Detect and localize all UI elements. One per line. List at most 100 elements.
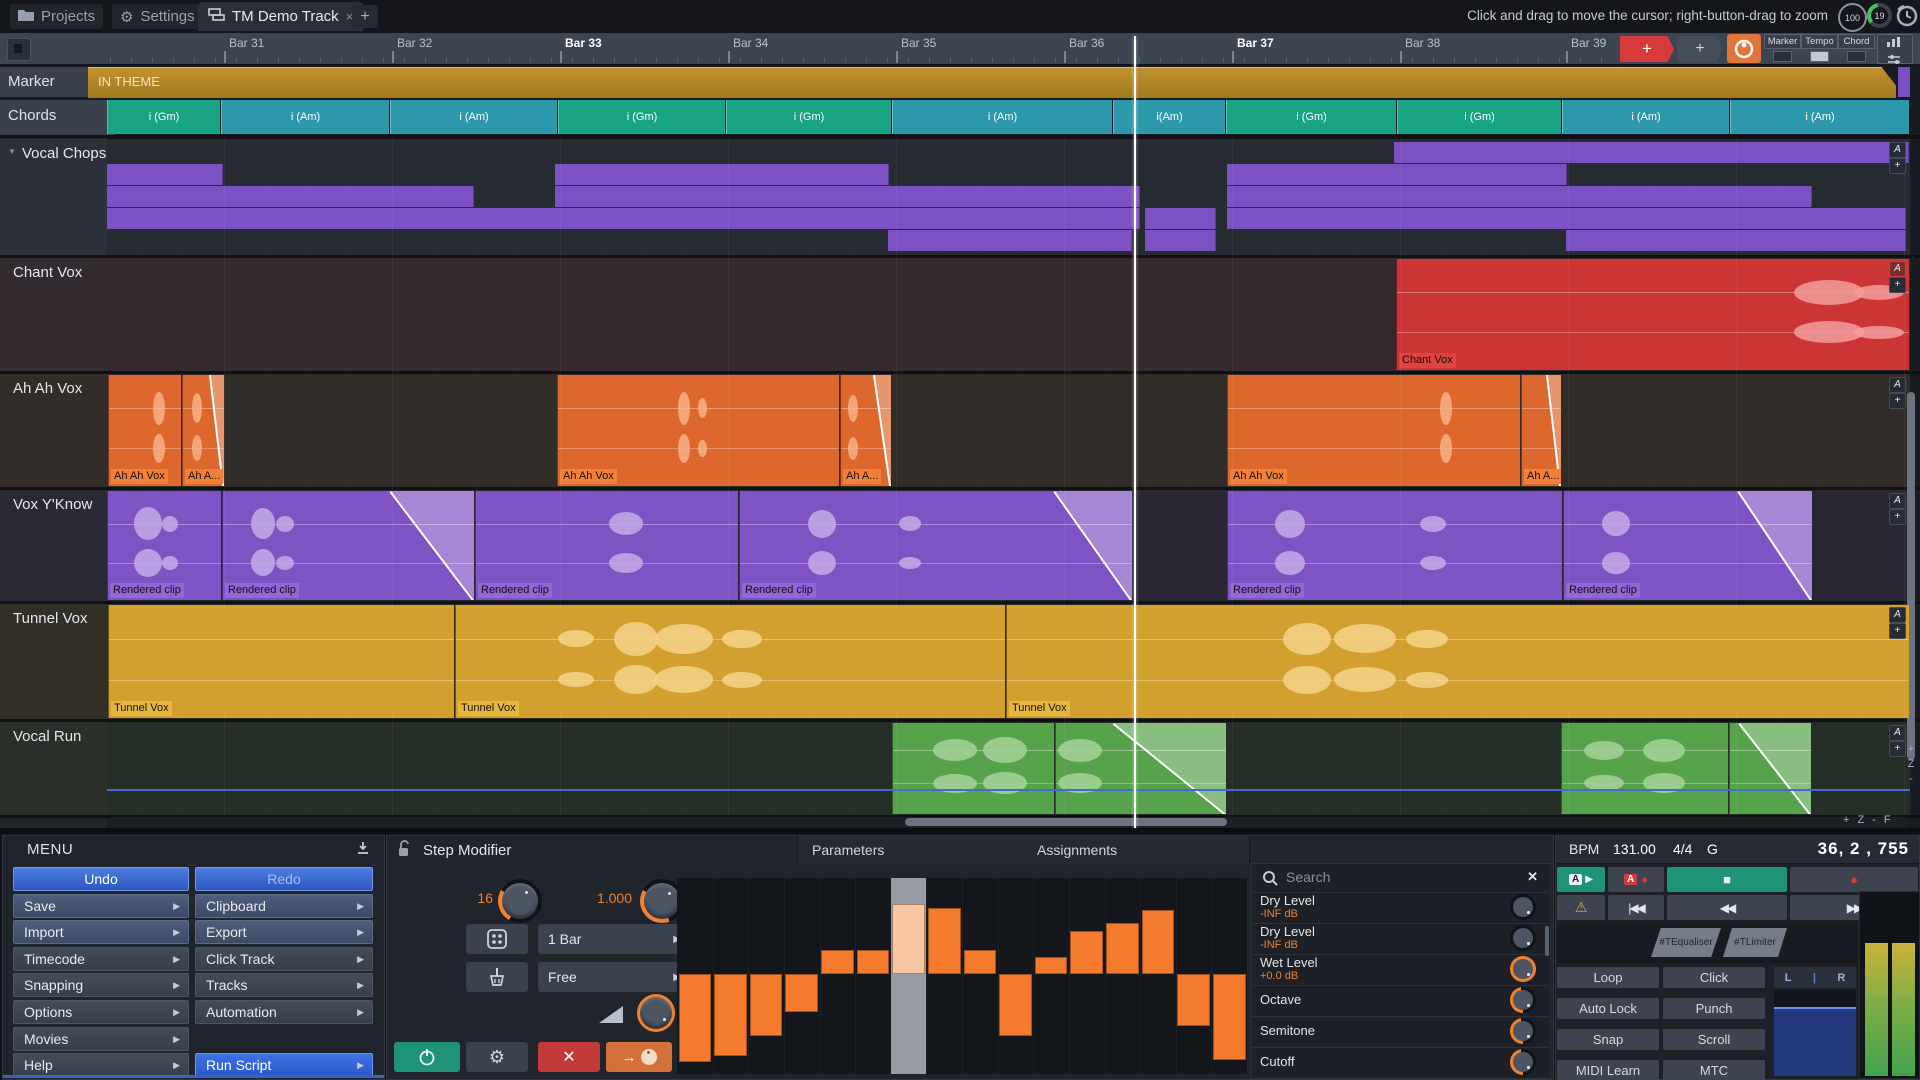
audio-clip[interactable]: Ah Ah Vox [108,375,181,486]
track-automation-chip[interactable]: A [1889,607,1906,623]
ruler-toggle-icon[interactable] [1847,51,1866,62]
step-bar[interactable] [1035,957,1068,974]
automation-knob-button[interactable] [1727,34,1761,63]
menu-item-redo[interactable]: Redo [195,867,373,891]
toggle-scroll[interactable]: Scroll [1663,1029,1765,1050]
chord-segment[interactable]: i (Am) [892,100,1112,134]
menu-item-movies[interactable]: Movies▶ [13,1027,189,1051]
param-scrollbar-thumb[interactable] [1545,926,1549,956]
audio-clip[interactable] [1055,723,1226,814]
clock-icon[interactable] [1894,3,1919,33]
menu-item-export[interactable]: Export▶ [195,920,373,944]
param-knob[interactable] [1510,1018,1536,1044]
zoom-out-horizontal[interactable]: - [1872,814,1876,826]
menu-item-timecode[interactable]: Timecode▶ [13,947,189,971]
audio-clip[interactable]: Rendered clip [475,491,738,600]
audio-clip[interactable]: Ah A... [840,375,891,486]
ruler-toggle-tempo[interactable]: Tempo [1801,34,1838,49]
track-automation-chip[interactable]: A [1889,725,1906,741]
randomise-button[interactable] [466,924,528,954]
step-pattern-editor[interactable] [677,878,1247,1074]
mixer-view-buttons[interactable] [1877,34,1913,64]
chord-segment[interactable]: i (Gm) [107,100,220,134]
performance-gauge[interactable]: 19 [1867,3,1892,28]
audio-clip[interactable] [1729,723,1811,814]
midi-block[interactable] [107,186,474,207]
step-bar[interactable] [1213,974,1246,1060]
param-knob[interactable] [1510,925,1536,951]
track-add-chip[interactable]: + [1889,623,1906,639]
lr-meter-body[interactable] [1774,990,1856,1076]
track-add-chip[interactable]: + [1889,393,1906,409]
enable-button[interactable] [394,1042,460,1072]
param-knob[interactable] [1510,1049,1536,1075]
horizontal-zoom-controls[interactable]: + Z - F [1843,814,1917,826]
step-bar[interactable] [964,950,997,974]
add-marker-button[interactable]: + [1620,36,1674,62]
midi-block[interactable] [107,208,1140,229]
menu-item-save[interactable]: Save▶ [13,894,189,918]
param-search-row[interactable]: Search✕ [1252,864,1548,893]
ruler-corner-box[interactable] [7,38,31,61]
ruler-toggle-icon[interactable] [1810,51,1829,62]
track-automation-chip[interactable]: A [1889,142,1906,158]
ruler-toggle-icon[interactable] [1773,51,1792,62]
audio-clip[interactable]: Rendered clip [739,491,1132,600]
menu-item-run-script[interactable]: Run Script▶ [195,1053,373,1077]
step-bar[interactable] [785,974,818,1012]
midi-block[interactable] [1145,208,1216,229]
marker-bar[interactable] [88,67,1896,98]
audio-clip[interactable]: Ah A... [1521,375,1561,486]
param-row-cutoff[interactable]: Cutoff [1252,1047,1548,1079]
track-automation-chip[interactable]: A [1889,261,1906,277]
step-bar[interactable] [1177,974,1210,1026]
audio-clip[interactable]: Tunnel Vox [108,605,454,718]
tab-tm-demo-track[interactable]: TM Demo Track × [198,2,363,31]
zoom-in-vertical[interactable]: + [1905,742,1917,757]
chord-segment[interactable]: i(Am) [1113,100,1225,134]
menu-item-import[interactable]: Import▶ [13,920,189,944]
ruler-toggle-marker[interactable]: Marker [1764,34,1801,49]
chord-segment[interactable]: i (Am) [221,100,389,134]
midi-block[interactable] [1227,208,1906,229]
audio-clip[interactable] [892,723,1054,814]
clear-pattern-button[interactable] [466,962,528,992]
zoom-out-vertical[interactable]: - [1905,772,1917,787]
menu-item-tracks[interactable]: Tracks▶ [195,973,373,997]
midi-block[interactable] [1227,186,1812,207]
audio-clip[interactable]: Rendered clip [1227,491,1562,600]
param-row-dry-level[interactable]: Dry Level-INF dB [1252,892,1548,924]
step-bar[interactable] [821,950,854,974]
collapse-triangle-icon[interactable]: ▼ [8,147,16,156]
audio-clip[interactable]: Rendered clip [1563,491,1812,600]
audio-clip[interactable] [1561,723,1728,814]
audio-clip[interactable]: Ah Ah Vox [1227,375,1520,486]
midi-block[interactable] [555,186,1140,207]
step-bar[interactable] [1142,910,1175,974]
audio-clip[interactable]: Tunnel Vox [455,605,1005,718]
audio-clip[interactable]: Ah A... [182,375,224,486]
step-bar[interactable] [999,974,1032,1036]
menu-item-snapping[interactable]: Snapping▶ [13,973,189,997]
track-add-chip[interactable]: + [1889,158,1906,174]
toggle-punch[interactable]: Punch [1663,998,1765,1019]
toggle-loop[interactable]: Loop [1557,967,1659,988]
chord-segment[interactable]: i (Am) [390,100,557,134]
chord-segment[interactable]: i (Am) [1562,100,1729,134]
depth-knob[interactable] [637,994,675,1032]
tab-parameters[interactable]: Parameters [797,836,1025,864]
track-add-chip[interactable]: + [1889,509,1906,525]
step-bar[interactable] [857,950,890,974]
step-bar[interactable] [679,974,712,1062]
vertical-zoom-controls[interactable]: + Z - [1905,742,1917,787]
menu-item-click-track[interactable]: Click Track▶ [195,947,373,971]
midi-block[interactable] [1227,164,1567,185]
mode-dropdown[interactable]: Free▶ [538,962,691,992]
step-bar[interactable] [714,974,747,1056]
toggle-mtc[interactable]: MTC [1663,1060,1765,1080]
search-input[interactable]: Search [1286,869,1330,885]
toggle-auto-lock[interactable]: Auto Lock [1557,998,1659,1019]
sync-dropdown[interactable]: 1 Bar▶ [538,924,691,954]
num-steps-knob[interactable] [498,879,542,923]
midi-block[interactable] [888,230,1132,251]
